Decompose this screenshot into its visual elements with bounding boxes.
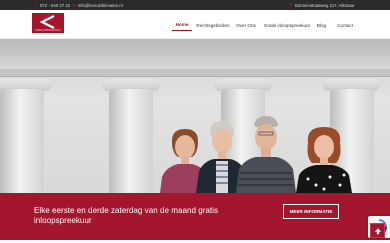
top-info-bar: 072 - 540 27 22 info@kenuisbinnaten.nl B…	[0, 0, 390, 10]
nav-gratis-inloopspreekuur[interactable]: Gratis inloopspreekuur	[262, 19, 312, 31]
email-address[interactable]: info@kenuisbinnaten.nl	[78, 3, 123, 8]
nav-over-ons[interactable]: Over Ons	[235, 19, 257, 31]
more-info-button[interactable]: MEER INFORMATIE	[283, 204, 339, 219]
mail-icon	[72, 3, 76, 7]
hero-image	[0, 39, 390, 193]
site-logo[interactable]: KENUISBINNATEN	[32, 13, 64, 33]
column	[0, 89, 44, 193]
email-contact[interactable]: info@kenuisbinnaten.nl	[72, 3, 123, 8]
nav-rechtsgebieden[interactable]: Rechtsgebieden	[195, 19, 231, 31]
nav-home[interactable]: Home	[172, 19, 192, 31]
nav-blog[interactable]: Blog	[316, 19, 327, 31]
column	[109, 89, 153, 193]
arrow-up-icon	[374, 227, 381, 234]
address-text: Bonnenstraatweg 117, Alkmaar	[295, 2, 355, 8]
team-member-photo	[296, 127, 352, 193]
phone-number[interactable]: 072 - 540 27 22	[40, 3, 70, 8]
building-entablature	[0, 69, 390, 77]
phone-contact[interactable]: 072 - 540 27 22	[34, 3, 70, 8]
building-pediment	[0, 39, 390, 69]
cta-banner-text: Elke eerste en derde zaterdag van de maa…	[34, 206, 219, 225]
team-member-photo	[236, 116, 296, 193]
nav-contact[interactable]: Contact	[334, 19, 356, 31]
logo-subtext: KENUISBINNATEN	[35, 28, 61, 32]
phone-icon	[34, 3, 38, 7]
back-to-top-button[interactable]	[370, 223, 385, 238]
address-info: Bonnenstraatweg 117, Alkmaar	[289, 3, 354, 8]
location-icon	[289, 3, 293, 7]
